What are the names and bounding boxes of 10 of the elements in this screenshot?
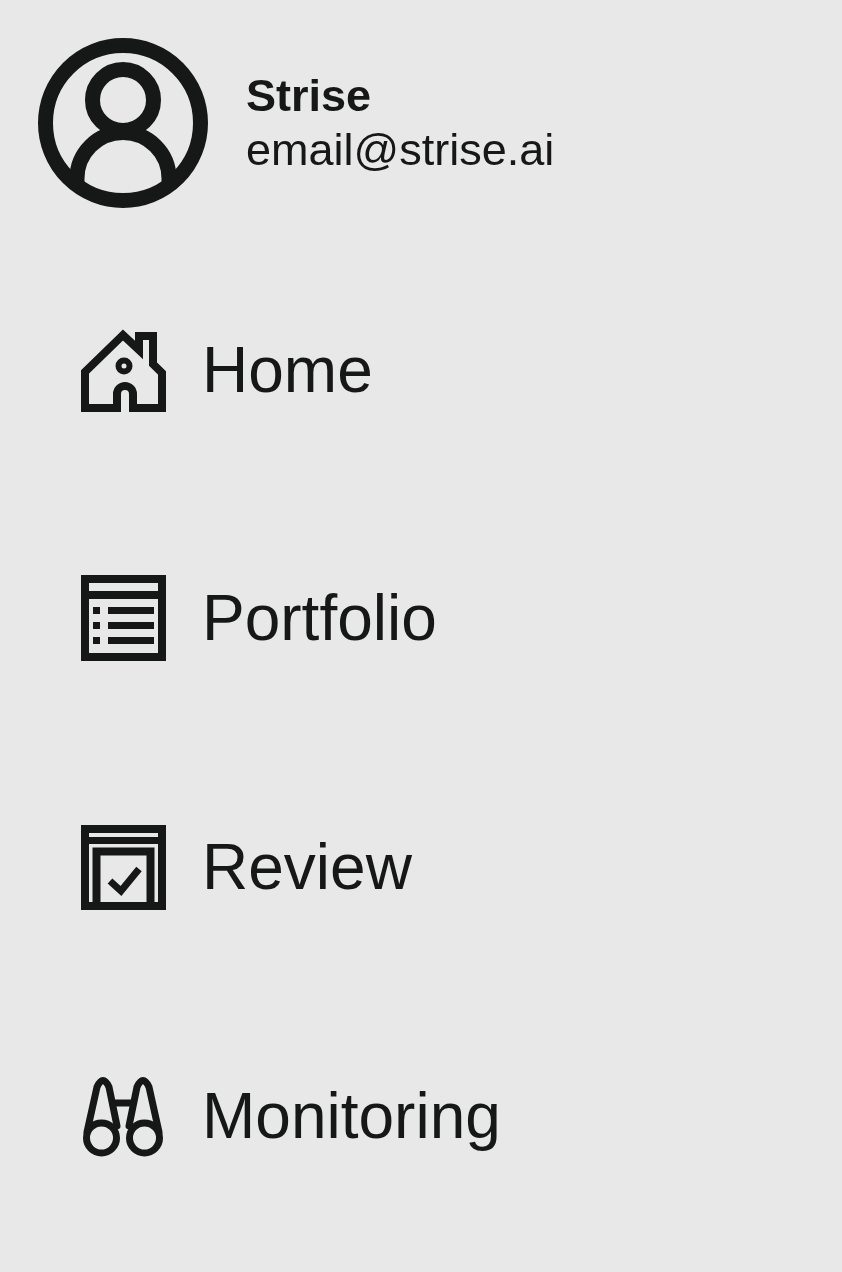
window-check-icon [80, 824, 166, 910]
user-name: Strise [246, 69, 373, 123]
nav-item[interactable]: Monitoring [78, 1072, 501, 1159]
nav-item[interactable]: Home [78, 327, 373, 413]
home-icon [80, 328, 166, 412]
list-icon [80, 575, 166, 661]
user-email: email@strise.ai [246, 123, 555, 177]
nav-item[interactable]: Review [78, 824, 412, 910]
avatar-icon [38, 38, 208, 208]
nav-item[interactable]: Portfolio [78, 575, 437, 661]
